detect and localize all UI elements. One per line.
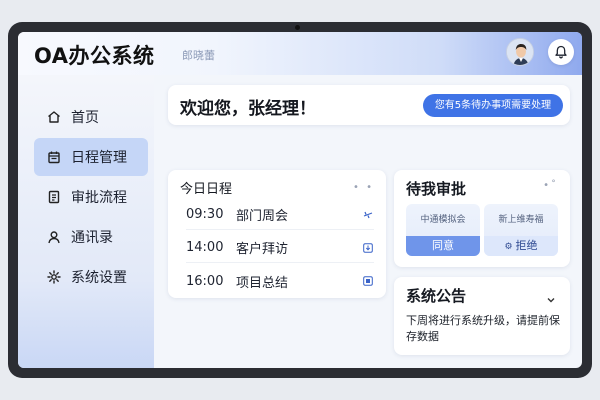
schedule-name: 客户拜访 [236, 242, 289, 257]
schedule-card: 今日日程 • • 09:30 部门周会 14:00 客户拜访 16:00 项目总… [168, 170, 386, 298]
more-icon[interactable]: •˚ [543, 180, 558, 191]
person-icon [46, 229, 62, 245]
list-icon [362, 275, 374, 287]
screen: OA办公系统 郎晓蕾 首页 日程管理 审批流程 通讯录 系统设置 欢迎您，张经理… [18, 32, 582, 368]
user-subtitle: 郎晓蕾 [182, 49, 215, 62]
top-bar: OA办公系统 郎晓蕾 [18, 32, 582, 75]
approval-item-label: 新上维寿福 [498, 215, 544, 225]
sidebar-item-settings[interactable]: 系统设置 [34, 258, 148, 296]
document-icon [46, 189, 62, 205]
todo-button[interactable]: 您有5条待办事项需要处理 [423, 94, 563, 117]
sidebar-item-label: 日程管理 [71, 150, 127, 166]
app-title: OA办公系统 [34, 44, 155, 68]
sidebar-item-label: 首页 [71, 110, 99, 126]
schedule-row[interactable]: 14:00 客户拜访 [186, 233, 374, 263]
notice-text: 下周将进行系统升级，请提前保存数据 [406, 314, 560, 343]
schedule-time: 16:00 [186, 273, 224, 289]
robot-icon: ⚙ [504, 242, 513, 252]
tablet-frame: OA办公系统 郎晓蕾 首页 日程管理 审批流程 通讯录 系统设置 欢迎您，张经理… [8, 22, 592, 378]
schedule-row[interactable]: 16:00 项目总结 [186, 266, 374, 296]
plane-icon [362, 209, 374, 221]
schedule-time: 14:00 [186, 240, 224, 255]
reject-button[interactable]: ⚙ 拒绝 [484, 236, 558, 256]
home-icon [46, 109, 62, 125]
agree-button[interactable]: 同意 [406, 236, 480, 256]
user-avatar-icon [507, 39, 533, 65]
schedule-title: 今日日程 [180, 182, 233, 197]
approval-item-label: 中通模拟会 [420, 215, 466, 225]
chevron-down-icon[interactable] [546, 289, 556, 308]
approval-item[interactable]: 新上维寿福 ⚙ 拒绝 [484, 204, 558, 256]
more-icon[interactable]: • • [353, 182, 374, 193]
sidebar-item-contacts[interactable]: 通讯录 [34, 218, 148, 256]
camera-dot [295, 25, 300, 30]
reject-label: 拒绝 [515, 239, 538, 252]
schedule-name: 项目总结 [236, 275, 289, 291]
sidebar: 首页 日程管理 审批流程 通讯录 系统设置 [18, 75, 154, 368]
sidebar-item-label: 审批流程 [71, 190, 127, 206]
schedule-row[interactable]: 09:30 部门周会 [186, 200, 374, 230]
welcome-card: 欢迎您，张经理！ 您有5条待办事项需要处理 [168, 85, 570, 125]
sidebar-item-home[interactable]: 首页 [34, 98, 148, 136]
schedule-name: 部门周会 [236, 209, 289, 224]
gear-icon [46, 269, 62, 285]
bell-icon [555, 45, 567, 59]
sidebar-item-schedule[interactable]: 日程管理 [34, 138, 148, 176]
schedule-time: 09:30 [186, 207, 224, 222]
sidebar-item-label: 通讯录 [71, 230, 113, 246]
notification-button[interactable] [548, 39, 574, 65]
approval-title: 待我审批 [406, 180, 467, 198]
welcome-greeting: 欢迎您，张经理！ [180, 99, 316, 119]
main-content: 欢迎您，张经理！ 您有5条待办事项需要处理 今日日程 • • 09:30 部门周… [154, 75, 582, 368]
calendar-icon [46, 149, 62, 165]
notice-card: 系统公告 下周将进行系统升级，请提前保存数据 [394, 277, 570, 355]
sidebar-item-label: 系统设置 [71, 270, 127, 286]
sidebar-item-approval[interactable]: 审批流程 [34, 178, 148, 216]
notice-title: 系统公告 [406, 287, 467, 305]
approval-card: 待我审批 •˚ 中通模拟会 同意 新上维寿福 ⚙ 拒绝 [394, 170, 570, 267]
download-icon [362, 242, 374, 254]
approval-item[interactable]: 中通模拟会 同意 [406, 204, 480, 256]
avatar[interactable] [506, 38, 534, 66]
